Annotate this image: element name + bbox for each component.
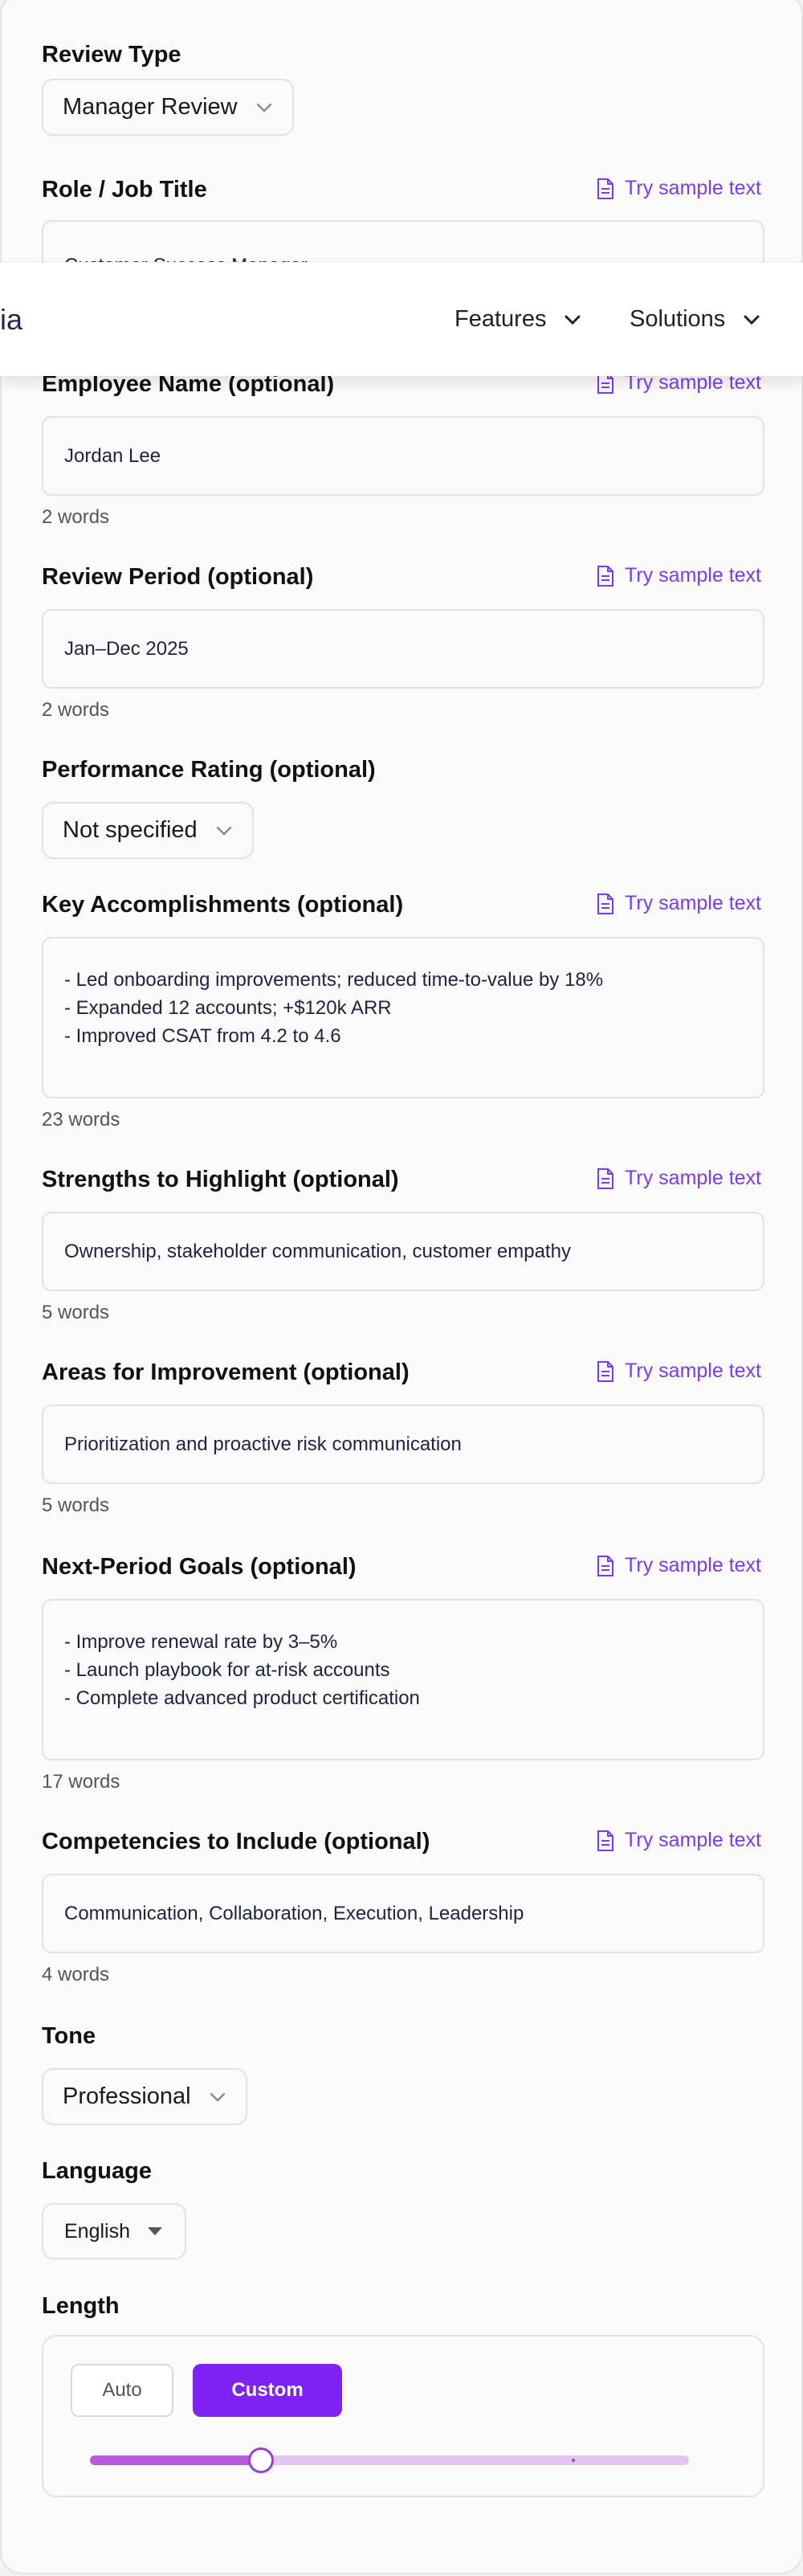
period-sample-link[interactable]: Try sample text xyxy=(596,564,761,587)
strengths-sample-link[interactable]: Try sample text xyxy=(596,1167,761,1190)
document-icon xyxy=(597,1167,614,1189)
performance-rating-dropdown[interactable]: Not specified xyxy=(42,802,254,859)
chevron-down-icon xyxy=(210,2092,225,2102)
chevron-down-icon xyxy=(256,103,271,112)
strengths-label: Strengths to Highlight (optional) xyxy=(42,1167,399,1192)
employee-name-value: Jordan Lee xyxy=(64,444,161,467)
nav-features[interactable]: Features xyxy=(454,306,581,333)
performance-rating-label: Performance Rating (optional) xyxy=(42,757,376,783)
length-label: Length xyxy=(42,2293,120,2319)
sample-link-label: Try sample text xyxy=(625,177,761,199)
length-auto-button[interactable]: Auto xyxy=(71,2364,173,2417)
role-label: Role / Job Title xyxy=(42,177,207,202)
document-icon xyxy=(597,1555,614,1576)
tone-dropdown[interactable]: Professional xyxy=(42,2068,247,2125)
chevron-down-icon xyxy=(565,315,581,325)
improvement-label: Areas for Improvement (optional) xyxy=(42,1360,410,1385)
chevron-down-icon xyxy=(216,826,231,836)
caret-down-icon xyxy=(148,2227,162,2235)
competencies-value: Communication, Collaboration, Execution,… xyxy=(64,1902,524,1924)
employee-word-count: 2 words xyxy=(42,506,110,528)
length-custom-button[interactable]: Custom xyxy=(193,2364,342,2417)
employee-name-input[interactable]: Jordan Lee xyxy=(42,416,764,496)
sample-link-label: Try sample text xyxy=(625,892,761,914)
review-period-input[interactable]: Jan–Dec 2025 xyxy=(42,609,764,689)
document-icon xyxy=(597,893,614,914)
review-period-label: Review Period (optional) xyxy=(42,564,314,590)
accomplishments-textarea[interactable]: - Led onboarding improvements; reduced t… xyxy=(42,937,764,1098)
chevron-down-icon xyxy=(744,315,760,325)
improvement-value: Prioritization and proactive risk commun… xyxy=(64,1433,462,1455)
goals-textarea[interactable]: - Improve renewal rate by 3–5% - Launch … xyxy=(42,1599,764,1760)
length-slider-track[interactable] xyxy=(90,2447,689,2473)
improvement-input[interactable]: Prioritization and proactive risk commun… xyxy=(42,1405,764,1484)
improvement-sample-link[interactable]: Try sample text xyxy=(596,1360,761,1383)
nav-features-label: Features xyxy=(454,306,547,332)
sample-link-label: Try sample text xyxy=(625,564,761,587)
review-type-dropdown[interactable]: Manager Review xyxy=(42,79,294,136)
length-panel: Auto Custom xyxy=(42,2335,764,2497)
document-icon xyxy=(597,1360,614,1382)
strengths-word-count: 5 words xyxy=(42,1302,110,1323)
period-word-count: 2 words xyxy=(42,699,110,721)
accomplishments-label: Key Accomplishments (optional) xyxy=(42,892,404,918)
competencies-input[interactable]: Communication, Collaboration, Execution,… xyxy=(42,1874,764,1953)
language-select[interactable]: English xyxy=(42,2203,186,2259)
document-icon xyxy=(597,1830,614,1851)
sample-link-label: Try sample text xyxy=(625,1829,761,1851)
goals-word-count: 17 words xyxy=(42,1771,120,1793)
language-label: Language xyxy=(42,2158,152,2184)
competencies-word-count: 4 words xyxy=(42,1964,110,1985)
improvement-word-count: 5 words xyxy=(42,1494,110,1516)
language-value: English xyxy=(64,2219,130,2243)
competencies-label: Competencies to Include (optional) xyxy=(42,1829,430,1854)
performance-rating-value: Not specified xyxy=(63,817,198,843)
accomplishments-sample-link[interactable]: Try sample text xyxy=(596,892,761,915)
competencies-sample-link[interactable]: Try sample text xyxy=(596,1829,761,1852)
nav-solutions-label: Solutions xyxy=(630,306,726,332)
length-slider-thumb[interactable] xyxy=(248,2447,274,2473)
review-period-value: Jan–Dec 2025 xyxy=(64,637,189,660)
form-card: Review Type Manager Review Role / Job Ti… xyxy=(0,0,803,2574)
top-navbar: ia Features Solutions xyxy=(0,262,803,376)
tone-label: Tone xyxy=(42,2023,96,2049)
document-icon xyxy=(597,178,614,199)
goals-label: Next-Period Goals (optional) xyxy=(42,1554,357,1580)
review-type-value: Manager Review xyxy=(63,94,238,120)
sample-link-label: Try sample text xyxy=(625,1554,761,1576)
length-slider-fill xyxy=(90,2455,261,2465)
sample-link-label: Try sample text xyxy=(625,1167,761,1189)
role-sample-link[interactable]: Try sample text xyxy=(596,177,761,200)
logo[interactable]: ia xyxy=(0,303,22,337)
review-type-label: Review Type xyxy=(42,42,181,67)
strengths-value: Ownership, stakeholder communication, cu… xyxy=(64,1240,571,1262)
goals-sample-link[interactable]: Try sample text xyxy=(596,1554,761,1577)
nav-solutions[interactable]: Solutions xyxy=(630,306,760,333)
tone-value: Professional xyxy=(63,2083,191,2109)
accomplishments-word-count: 23 words xyxy=(42,1109,120,1131)
document-icon xyxy=(597,565,614,587)
strengths-input[interactable]: Ownership, stakeholder communication, cu… xyxy=(42,1212,764,1291)
sample-link-label: Try sample text xyxy=(625,1360,761,1382)
length-slider-tick xyxy=(572,2459,575,2462)
